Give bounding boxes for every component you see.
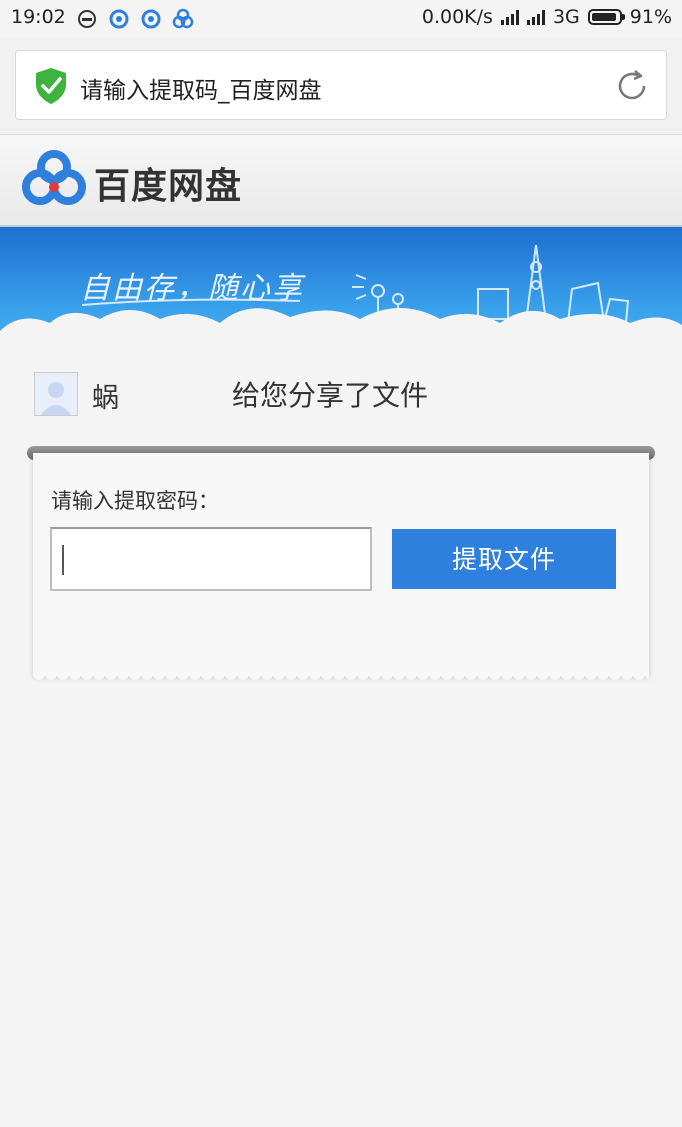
page-title: 请输入提取码_百度网盘 [80, 78, 322, 104]
status-right: 0.00K/s 3G 91% [422, 6, 672, 28]
browser-app-icon-2 [140, 8, 162, 30]
battery-icon [587, 9, 625, 25]
extract-code-label: 请输入提取密码： [51, 489, 219, 513]
refresh-icon[interactable] [614, 68, 650, 104]
extract-file-button[interactable]: 提取文件 [392, 529, 616, 589]
redacted-name [118, 374, 230, 410]
notification-icons [76, 8, 194, 30]
browser-toolbar: 请输入提取码_百度网盘 [0, 38, 682, 135]
signal-icon [500, 9, 519, 25]
network-type: 3G [552, 6, 580, 28]
hero-banner: 自由存，随心享 [0, 227, 682, 347]
address-bar[interactable]: 请输入提取码_百度网盘 [15, 50, 667, 120]
signal-icon-2 [526, 9, 545, 25]
baidu-netdisk-app-icon [172, 8, 194, 30]
sharer-name: 蜗 [92, 383, 119, 414]
avatar [34, 372, 78, 416]
secure-shield-icon [34, 67, 68, 105]
status-bar: 19:02 0.00K/s 3G 91% [0, 0, 682, 38]
brand-header: 百度网盘 [0, 135, 682, 227]
net-speed: 0.00K/s [421, 6, 493, 28]
text-caret [62, 545, 64, 575]
banner-slogan: 自由存，随心享 [80, 271, 304, 306]
baidu-netdisk-logo[interactable] [20, 149, 88, 209]
notification-icon [76, 8, 98, 30]
battery-level: 91% [629, 6, 672, 28]
card-scallop-edge [33, 672, 649, 682]
brand-name: 百度网盘 [94, 166, 243, 207]
share-message: 给您分享了文件 [232, 379, 429, 412]
extract-code-input[interactable] [50, 527, 372, 591]
status-time: 19:02 [11, 6, 66, 28]
browser-app-icon [108, 8, 130, 30]
extract-card: 请输入提取密码： 提取文件 [33, 453, 649, 676]
